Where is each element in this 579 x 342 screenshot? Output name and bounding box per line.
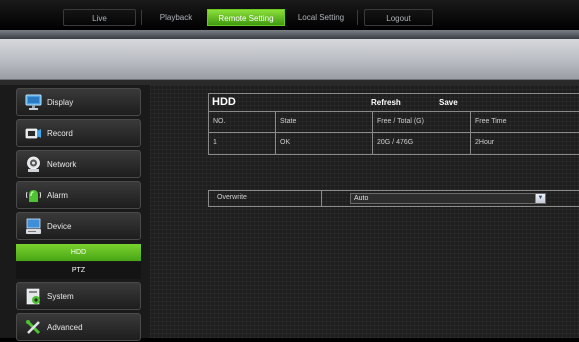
tab-playback[interactable]: Playback — [148, 9, 204, 26]
refresh-button[interactable]: Refresh — [371, 98, 401, 107]
overwrite-label: Overwrite — [217, 194, 247, 201]
sidebar-item-record[interactable]: Record — [16, 119, 141, 147]
column-header: State — [280, 118, 297, 125]
table-rule — [209, 132, 579, 133]
monitor-icon — [25, 94, 42, 111]
tab-logout[interactable]: Logout — [364, 9, 433, 26]
tab-live[interactable]: Live — [63, 9, 136, 26]
header-band — [0, 39, 579, 80]
sidebar-item-network[interactable]: Network — [16, 150, 141, 178]
column-header: Free / Total (G) — [377, 118, 424, 125]
nav-separator — [141, 10, 142, 25]
nav-band — [0, 30, 579, 39]
table-col-divider — [275, 111, 276, 154]
sidebar-item-system[interactable]: System — [16, 282, 141, 310]
sidebar-subitem-ptz[interactable]: PTZ — [16, 262, 141, 279]
system-icon — [25, 288, 42, 305]
column-header: Free Time — [475, 118, 507, 125]
sidebar-subitem-hdd[interactable]: HDD — [16, 244, 141, 261]
overwrite-select[interactable]: Auto ▼ — [350, 193, 546, 204]
overwrite-row: Overwrite Auto ▼ — [208, 190, 579, 207]
sidebar-item-label: Alarm — [47, 191, 68, 200]
column-header: NO. — [213, 118, 226, 125]
sidebar: Display Record Network Alarm Device HDD … — [0, 85, 150, 341]
sidebar-item-device[interactable]: Device — [16, 212, 141, 240]
main-panel: HDD Refresh Save NO. State Free / Total … — [150, 85, 579, 338]
table-cell-free-time: 2Hour — [475, 139, 495, 146]
table-col-divider — [372, 111, 373, 154]
top-nav-bar: Live Playback Remote Setting Local Setti… — [0, 0, 579, 30]
hdd-table: HDD Refresh Save NO. State Free / Total … — [208, 93, 579, 155]
sidebar-item-alarm[interactable]: Alarm — [16, 181, 141, 209]
tab-remote-setting[interactable]: Remote Setting — [207, 9, 285, 26]
alarm-icon — [25, 187, 42, 204]
sidebar-item-label: System — [47, 292, 74, 301]
camera-icon — [25, 125, 42, 142]
nav-separator — [357, 10, 358, 25]
tools-icon — [25, 319, 42, 336]
network-icon — [25, 156, 42, 173]
row-divider — [321, 191, 322, 206]
table-col-divider — [470, 111, 471, 154]
sidebar-item-display[interactable]: Display — [16, 88, 141, 116]
sidebar-item-advanced[interactable]: Advanced — [16, 313, 141, 341]
sidebar-item-label: Device — [47, 222, 72, 231]
device-icon — [25, 218, 42, 235]
chevron-down-icon[interactable]: ▼ — [535, 194, 545, 203]
table-cell-state: OK — [280, 139, 291, 146]
sidebar-item-label: Display — [47, 98, 74, 107]
save-button[interactable]: Save — [439, 98, 458, 107]
sidebar-item-label: Network — [47, 160, 77, 169]
overwrite-value: Auto — [354, 195, 369, 202]
table-rule — [209, 111, 579, 112]
hdd-title: HDD — [212, 96, 236, 108]
table-cell-no: 1 — [213, 139, 217, 146]
tab-local-setting[interactable]: Local Setting — [289, 9, 353, 26]
table-cell-free-total: 20G / 476G — [377, 139, 414, 146]
sidebar-item-label: Record — [47, 129, 73, 138]
